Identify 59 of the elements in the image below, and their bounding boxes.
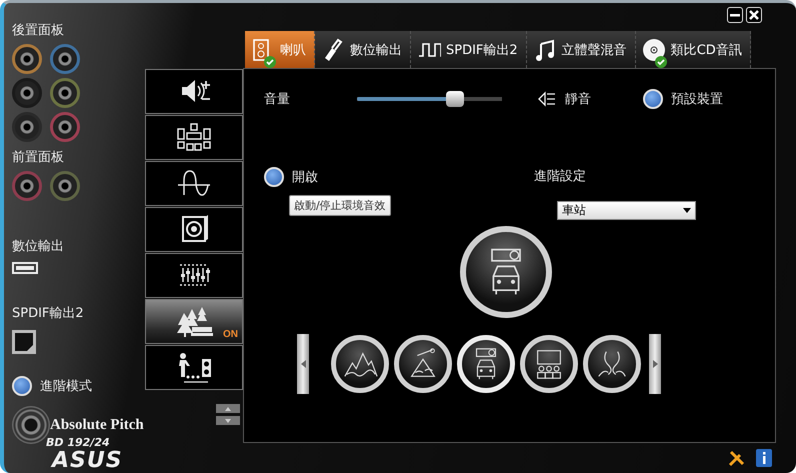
- brand-logo: ASUS: [52, 449, 124, 473]
- caret-icon: [683, 208, 691, 213]
- environment-icon: [174, 304, 214, 338]
- audio-jack[interactable]: [12, 112, 42, 142]
- advanced-settings-label: 進階設定: [534, 168, 587, 185]
- info-icon[interactable]: [756, 449, 772, 467]
- speaker-icon: [537, 91, 557, 107]
- audio-jack[interactable]: [50, 78, 80, 108]
- slider-thumb[interactable]: [446, 91, 464, 107]
- audio-jack[interactable]: [12, 171, 42, 201]
- radio-button[interactable]: [643, 89, 663, 109]
- volume-label: 音量: [264, 91, 290, 108]
- scroll-left-button[interactable]: [297, 334, 309, 394]
- wave-tab[interactable]: [145, 161, 243, 206]
- hdmi-port-icon: [12, 262, 38, 274]
- device-tab[interactable]: 數位輸出: [315, 31, 411, 68]
- device-tab[interactable]: 類比CD音訊: [636, 31, 751, 68]
- on-label: ON: [223, 329, 238, 340]
- radio-button[interactable]: [12, 376, 32, 396]
- environment-tab[interactable]: ON: [145, 299, 243, 344]
- tooltip: 啟動/停止環境音效: [289, 195, 391, 216]
- minimize-button[interactable]: [727, 7, 743, 23]
- audio-jack[interactable]: [50, 44, 80, 74]
- disc-icon: [642, 38, 666, 62]
- subwoofer-tab[interactable]: [145, 207, 243, 252]
- device-tab[interactable]: 喇叭: [245, 31, 315, 68]
- mute-label[interactable]: 靜音: [565, 90, 591, 108]
- close-button[interactable]: [746, 7, 762, 23]
- panel-label: 後置面板: [12, 22, 65, 39]
- audio-jack[interactable]: [12, 44, 42, 74]
- output-label: 數位輸出: [12, 238, 65, 255]
- advanced-mode-label: 進階模式: [40, 378, 92, 395]
- scroll-up-button[interactable]: [216, 404, 240, 413]
- distance-tab[interactable]: [145, 345, 243, 390]
- left-arrow-icon: [300, 360, 306, 368]
- audio-jack[interactable]: [12, 78, 42, 108]
- device-tab[interactable]: SPDIF輸出2: [411, 31, 527, 68]
- panel-label: 前置面板: [12, 149, 65, 166]
- output-label: SPDIF輸出2: [12, 305, 85, 322]
- up-arrow-icon: [225, 406, 231, 410]
- volume-tab[interactable]: [145, 69, 243, 114]
- radio-button[interactable]: [264, 167, 284, 187]
- equalizer-tab[interactable]: [145, 253, 243, 298]
- default-device-label: 預設裝置: [671, 91, 723, 108]
- down-arrow-icon: [225, 418, 231, 422]
- scroll-right-button[interactable]: [649, 334, 661, 394]
- preset-dropdown[interactable]: 車站: [557, 201, 696, 220]
- close-icon: [749, 10, 759, 20]
- audio-jack[interactable]: [50, 171, 80, 201]
- device-tab[interactable]: 立體聲混音: [526, 31, 636, 68]
- audio-jack[interactable]: [50, 112, 80, 142]
- tools-icon[interactable]: [728, 449, 746, 467]
- enable-label: 開啟: [292, 169, 318, 186]
- scroll-down-button[interactable]: [216, 416, 240, 425]
- right-arrow-icon: [652, 360, 658, 368]
- product-spec: BD 192/24: [46, 436, 111, 449]
- optical-port-icon: [12, 330, 36, 354]
- surround-tab[interactable]: [145, 115, 243, 160]
- product-logo: Absolute Pitch: [50, 416, 144, 434]
